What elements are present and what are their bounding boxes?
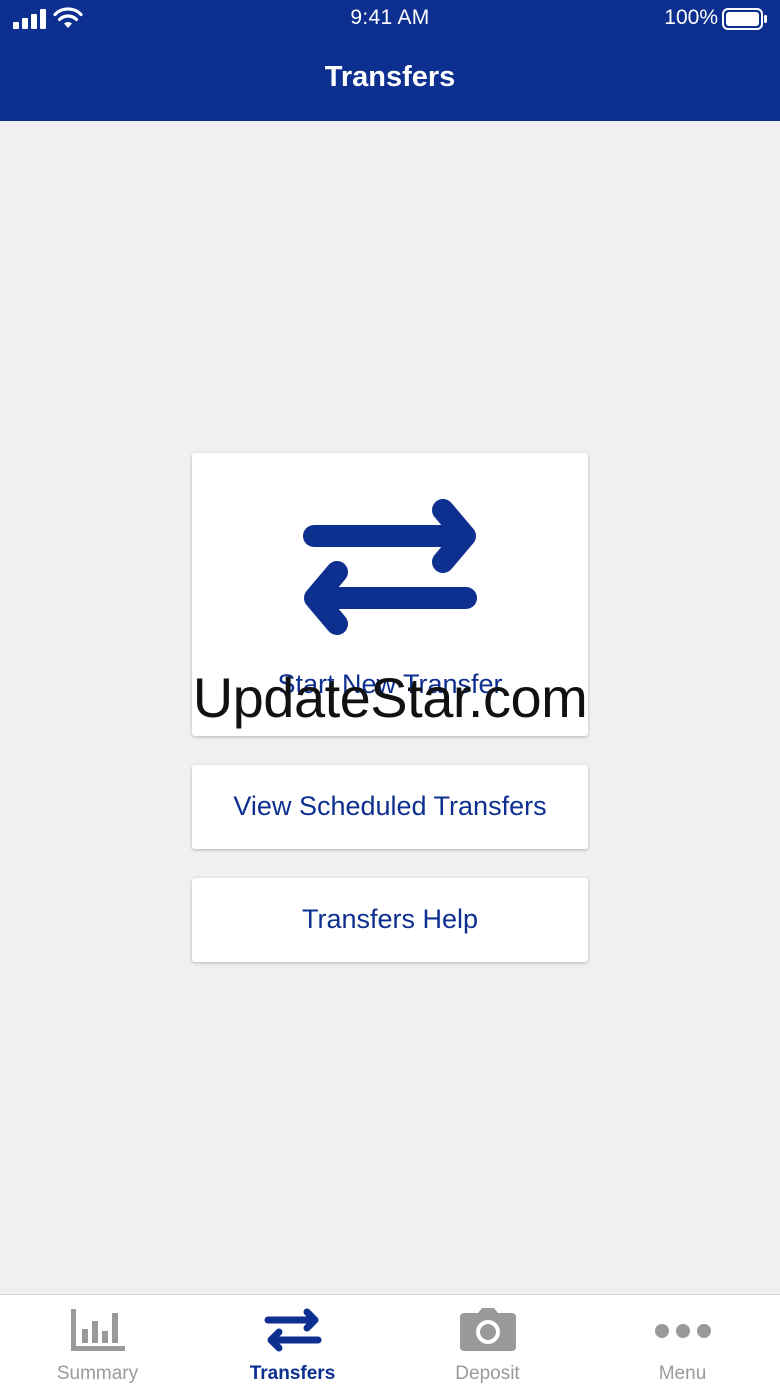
status-time: 9:41 AM	[350, 6, 430, 29]
app-header: 9:41 AM 100% Transfers	[0, 0, 780, 121]
start-new-transfer-label: Start New Transfer	[277, 669, 503, 699]
status-bar: 9:41 AM 100%	[0, 0, 780, 40]
tab-deposit-label: Deposit	[455, 1363, 520, 1384]
swap-arrows-icon	[264, 1308, 322, 1352]
tab-transfers[interactable]: Transfers	[195, 1295, 390, 1387]
camera-icon	[460, 1308, 516, 1351]
tab-transfers-label: Transfers	[249, 1363, 336, 1384]
swap-arrows-icon	[303, 499, 477, 635]
start-new-transfer-button[interactable]: Start New Transfer UpdateStar.com	[192, 453, 588, 736]
tab-deposit[interactable]: Deposit	[390, 1295, 585, 1387]
tab-summary-label: Summary	[56, 1363, 139, 1384]
transfers-help-label: Transfers Help	[301, 904, 479, 934]
tab-menu[interactable]: Menu	[585, 1295, 780, 1387]
battery-icon	[722, 8, 767, 30]
page-title: Transfers	[324, 61, 456, 93]
view-scheduled-transfers-label: View Scheduled Transfers	[233, 791, 547, 821]
tab-menu-label: Menu	[658, 1363, 707, 1384]
bar-chart-icon	[71, 1309, 125, 1351]
bottom-tab-bar: Summary Transfers Deposit Menu	[0, 1294, 780, 1387]
transfers-help-button[interactable]: Transfers Help	[192, 878, 588, 962]
battery-percentage: 100%	[664, 6, 718, 29]
tab-summary[interactable]: Summary	[0, 1295, 195, 1387]
view-scheduled-transfers-button[interactable]: View Scheduled Transfers	[192, 765, 588, 849]
more-dots-icon	[655, 1324, 711, 1338]
